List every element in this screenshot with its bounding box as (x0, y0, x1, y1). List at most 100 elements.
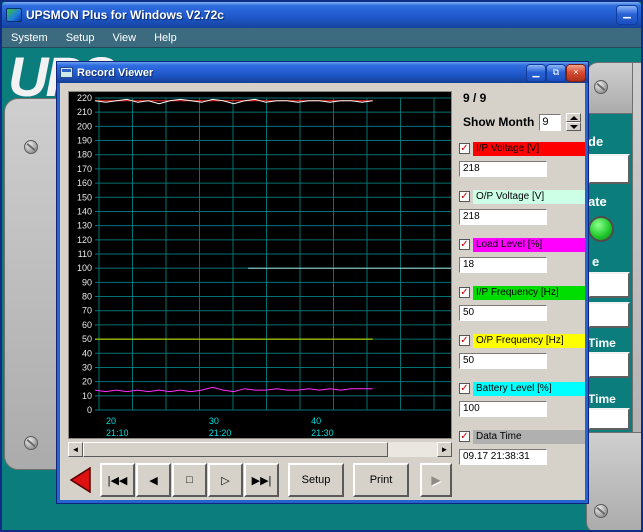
menubar: System Setup View Help (2, 28, 641, 48)
menu-help[interactable]: Help (145, 28, 186, 48)
chart-hscrollbar: ◄ ► (68, 442, 452, 457)
play-direction-icon (66, 465, 96, 495)
channel-label: Battery Level [%] (473, 382, 585, 396)
last-record-button[interactable]: ▶▶| (244, 463, 279, 497)
scroll-right-button[interactable]: ► (437, 442, 452, 457)
main-window-title: UPSMON Plus for Windows V2.72c (26, 8, 617, 22)
record-viewer-icon (60, 67, 73, 78)
minimize-button[interactable]: ▁ (617, 6, 637, 24)
rv-minimize-button[interactable]: ▁ (527, 65, 545, 81)
channel-value: 09.17 21:38:31 (459, 449, 547, 465)
svg-text:130: 130 (77, 221, 92, 231)
channel-group: ✓ Data Time 09.17 21:38:31 (457, 429, 585, 465)
box-fragment (588, 272, 630, 298)
channel-checkbox[interactable]: ✓ (459, 191, 470, 202)
svg-text:210: 210 (77, 107, 92, 117)
screw (594, 504, 608, 518)
scroll-left-button[interactable]: ◄ (68, 442, 83, 457)
svg-text:190: 190 (77, 136, 92, 146)
playback-toolbar: |◀◀ ◀ □ ▷ ▶▶| Setup Print ▶ (66, 461, 454, 499)
svg-text:100: 100 (77, 263, 92, 273)
svg-text:21:30: 21:30 (311, 428, 334, 438)
svg-text:220: 220 (77, 93, 92, 103)
channel-group: ✓ O/P Frequency [Hz] 50 (457, 333, 585, 369)
bottom-right-bezel-panel (586, 432, 641, 530)
channel-checkbox[interactable]: ✓ (459, 335, 470, 346)
svg-text:90: 90 (82, 277, 92, 287)
channel-value: 18 (459, 257, 547, 273)
page-indicator: 9 / 9 (463, 91, 585, 105)
month-spinner (566, 113, 581, 131)
svg-text:40: 40 (311, 416, 321, 426)
play-button[interactable]: ▷ (208, 463, 243, 497)
svg-text:60: 60 (82, 320, 92, 330)
show-month-label: Show Month (463, 115, 534, 129)
channel-checkbox[interactable]: ✓ (459, 383, 470, 394)
svg-text:150: 150 (77, 192, 92, 202)
channel-checkbox[interactable]: ✓ (459, 431, 470, 442)
svg-text:10: 10 (82, 391, 92, 401)
setup-button[interactable]: Setup (288, 463, 344, 497)
svg-text:20: 20 (106, 416, 116, 426)
time-label-fragment: Time (588, 336, 616, 350)
record-viewer-title: Record Viewer (77, 67, 527, 79)
first-record-button[interactable]: |◀◀ (100, 463, 135, 497)
channel-checkbox[interactable]: ✓ (459, 143, 470, 154)
channel-panel: 9 / 9 Show Month ✓ I/P Voltage [V] 218 (457, 89, 585, 503)
svg-text:70: 70 (82, 306, 92, 316)
scrollbar-thumb[interactable] (83, 442, 388, 457)
channel-value: 50 (459, 353, 547, 369)
menu-system[interactable]: System (2, 28, 57, 48)
print-button[interactable]: Print (353, 463, 409, 497)
channel-value: 100 (459, 401, 547, 417)
time-label-fragment: Time (588, 392, 616, 406)
channel-checkbox[interactable]: ✓ (459, 287, 470, 298)
spin-down-button[interactable] (566, 122, 581, 131)
screw (24, 140, 38, 154)
svg-text:200: 200 (77, 121, 92, 131)
channel-label: O/P Frequency [Hz] (473, 334, 585, 348)
show-month-input[interactable] (539, 114, 561, 131)
svg-text:170: 170 (77, 164, 92, 174)
svg-text:21:20: 21:20 (209, 428, 232, 438)
menu-setup[interactable]: Setup (57, 28, 104, 48)
channel-group: ✓ I/P Voltage [V] 218 (457, 141, 585, 177)
svg-text:20: 20 (82, 377, 92, 387)
mode-label-fragment: de (588, 134, 603, 149)
channel-group: ✓ I/P Frequency [Hz] 50 (457, 285, 585, 321)
previous-record-button[interactable]: ◀ (136, 463, 171, 497)
menu-view[interactable]: View (103, 28, 145, 48)
channel-checkbox[interactable]: ✓ (459, 239, 470, 250)
channel-label: Load Level [%] (473, 238, 585, 252)
next-page-button-disabled[interactable]: ▶ (420, 463, 452, 497)
rv-restore-button[interactable]: ⧉ (547, 65, 565, 81)
svg-text:160: 160 (77, 178, 92, 188)
stop-button[interactable]: □ (172, 463, 207, 497)
channel-value: 50 (459, 305, 547, 321)
svg-text:180: 180 (77, 150, 92, 160)
channel-value: 218 (459, 161, 547, 177)
channel-label: O/P Voltage [V] (473, 190, 585, 204)
label-fragment: e (592, 254, 599, 269)
record-viewer-titlebar[interactable]: Record Viewer ▁ ⧉ × (57, 62, 588, 83)
record-chart: 0102030405060708090100110120130140150160… (68, 91, 452, 439)
main-titlebar[interactable]: UPSMON Plus for Windows V2.72c ▁ (2, 2, 641, 28)
app-icon (6, 8, 22, 22)
upsmon-main-window: UPSMON Plus for Windows V2.72c ▁ System … (0, 0, 643, 532)
svg-text:30: 30 (209, 416, 219, 426)
channel-value: 218 (459, 209, 547, 225)
svg-text:21:10: 21:10 (106, 428, 129, 438)
spin-up-button[interactable] (566, 113, 581, 122)
box-fragment (588, 302, 630, 328)
channel-group: ✓ O/P Voltage [V] 218 (457, 189, 585, 225)
channel-label: I/P Voltage [V] (473, 142, 585, 156)
svg-text:120: 120 (77, 235, 92, 245)
svg-text:50: 50 (82, 334, 92, 344)
svg-text:80: 80 (82, 292, 92, 302)
rv-close-button[interactable]: × (567, 65, 585, 81)
channel-group: ✓ Load Level [%] 18 (457, 237, 585, 273)
scrollbar-track[interactable] (388, 442, 437, 457)
chart-svg: 0102030405060708090100110120130140150160… (69, 92, 453, 440)
svg-text:110: 110 (78, 249, 92, 259)
channel-label: Data Time (473, 430, 585, 444)
